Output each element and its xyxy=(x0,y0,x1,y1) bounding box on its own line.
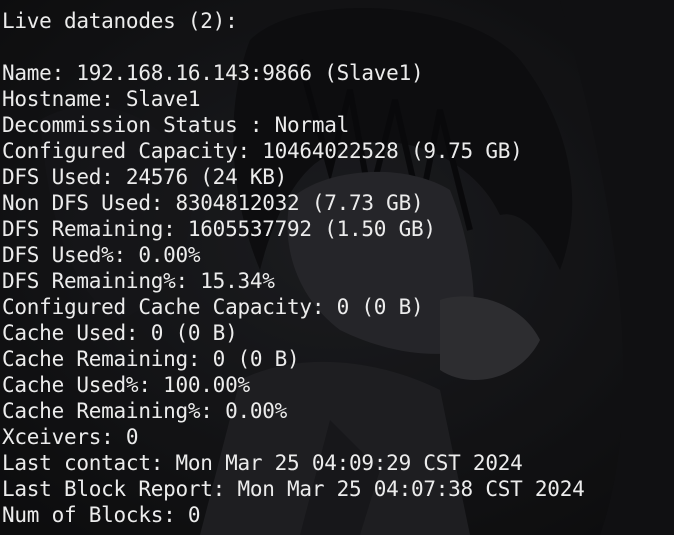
dfs-used-percent-line: DFS Used%: 0.00% xyxy=(2,243,201,267)
cache-remaining-line: Cache Remaining: 0 (0 B) xyxy=(2,347,300,371)
dfs-remaining-percent-line: DFS Remaining%: 15.34% xyxy=(2,269,275,293)
terminal-header: Live datanodes (2): xyxy=(2,9,238,33)
num-of-blocks-line: Num of Blocks: 0 xyxy=(2,503,201,527)
terminal-output: Live datanodes (2): Name: 192.168.16.143… xyxy=(0,0,674,535)
configured-capacity-line: Configured Capacity: 10464022528 (9.75 G… xyxy=(2,139,523,163)
last-contact-line: Last contact: Mon Mar 25 04:09:29 CST 20… xyxy=(2,451,523,475)
non-dfs-used-line: Non DFS Used: 8304812032 (7.73 GB) xyxy=(2,191,424,215)
hostname-line: Hostname: Slave1 xyxy=(2,87,201,111)
configured-cache-capacity-line: Configured Cache Capacity: 0 (0 B) xyxy=(2,295,424,319)
datanode-name-line: Name: 192.168.16.143:9866 (Slave1) xyxy=(2,61,424,85)
decommission-status-line: Decommission Status : Normal xyxy=(2,113,350,137)
dfs-remaining-line: DFS Remaining: 1605537792 (1.50 GB) xyxy=(2,217,436,241)
xceivers-line: Xceivers: 0 xyxy=(2,425,139,449)
cache-remaining-percent-line: Cache Remaining%: 0.00% xyxy=(2,399,288,423)
cache-used-line: Cache Used: 0 (0 B) xyxy=(2,321,238,345)
cache-used-percent-line: Cache Used%: 100.00% xyxy=(2,373,250,397)
dfs-used-line: DFS Used: 24576 (24 KB) xyxy=(2,165,288,189)
last-block-report-line: Last Block Report: Mon Mar 25 04:07:38 C… xyxy=(2,477,585,501)
